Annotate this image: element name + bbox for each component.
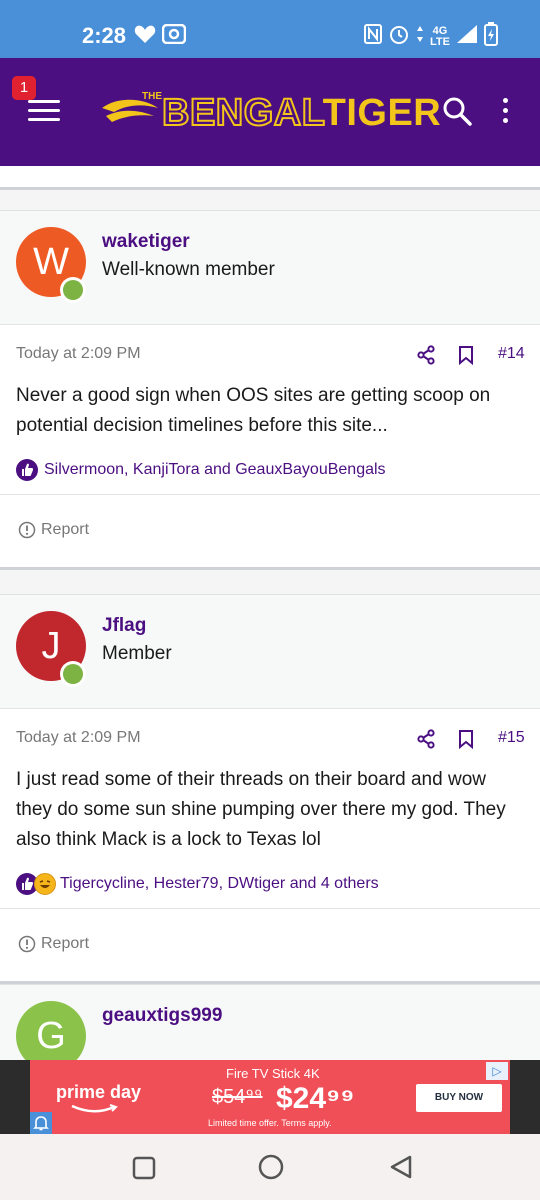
nfc-icon xyxy=(364,24,383,49)
username[interactable]: Jflag xyxy=(102,615,146,637)
like-icon xyxy=(16,459,38,481)
user-title: Well-known member xyxy=(102,259,275,280)
system-nav-bar xyxy=(0,1134,540,1200)
previous-post-end xyxy=(0,166,540,190)
recents-button[interactable] xyxy=(132,1156,156,1185)
ad-fine-print: Limited time offer. Terms apply. xyxy=(208,1118,332,1128)
avatar[interactable]: G xyxy=(16,1001,86,1060)
reaction-users[interactable]: Tigercycline, Hester79, DWtiger and 4 ot… xyxy=(60,875,379,893)
home-button[interactable] xyxy=(258,1154,284,1185)
laugh-icon xyxy=(34,873,56,895)
report-button[interactable]: Report xyxy=(18,935,89,953)
username[interactable]: waketiger xyxy=(102,231,190,253)
kebab-dot xyxy=(502,108,508,113)
logo-the: THE xyxy=(142,91,162,102)
post-16: G geauxtigs999 xyxy=(0,984,540,1060)
menu-button[interactable] xyxy=(28,100,60,126)
online-status-icon xyxy=(60,277,86,303)
ad-buy-now-button[interactable]: BUY NOW xyxy=(416,1084,502,1112)
share-icon[interactable] xyxy=(416,729,436,754)
alarm-icon xyxy=(388,23,410,50)
username[interactable]: geauxtigs999 xyxy=(102,1005,222,1027)
report-label: Report xyxy=(41,935,90,952)
kebab-dot xyxy=(502,98,508,103)
post-15: J Jflag Member Today at 2:09 PM #15 I ju… xyxy=(0,594,540,984)
post-meta: Today at 2:09 PM #14 xyxy=(0,325,540,379)
back-triangle-icon xyxy=(390,1155,412,1179)
post-14: W waketiger Well-known member Today at 2… xyxy=(0,210,540,570)
post-author-block: G geauxtigs999 xyxy=(0,985,540,1060)
menu-icon-line xyxy=(28,100,60,103)
share-icon[interactable] xyxy=(416,345,436,370)
thread-content[interactable]: W waketiger Well-known member Today at 2… xyxy=(0,166,540,1060)
amazon-smile-icon xyxy=(71,1104,118,1113)
post-date[interactable]: Today at 2:09 PM xyxy=(16,729,141,747)
square-icon xyxy=(132,1156,156,1180)
ad-banner[interactable]: prime day Fire TV Stick 4K $54⁹⁹ $24⁹⁹ L… xyxy=(0,1060,540,1134)
reactions-bar[interactable]: Silvermoon, KanjiTora and GeauxBayouBeng… xyxy=(0,449,540,495)
status-bar: 2:28 4G LTE xyxy=(0,0,540,58)
post-footer: Report xyxy=(0,909,540,981)
screenshot-icon xyxy=(161,23,187,49)
network-type: 4G LTE xyxy=(430,24,450,48)
bookmark-icon[interactable] xyxy=(458,729,474,754)
menu-icon-line xyxy=(28,118,60,121)
kebab-dot xyxy=(502,118,508,123)
post-footer: Report xyxy=(0,495,540,567)
ad-creative[interactable]: prime day Fire TV Stick 4K $54⁹⁹ $24⁹⁹ L… xyxy=(30,1060,510,1134)
ad-old-price: $54⁹⁹ xyxy=(212,1086,263,1108)
app-header: 1 THE BENGALTIGER xyxy=(0,58,540,166)
signal-icon xyxy=(456,24,478,49)
site-logo[interactable]: THE BENGALTIGER xyxy=(100,88,441,138)
battery-icon xyxy=(484,22,498,51)
more-options-button[interactable] xyxy=(500,98,510,128)
search-button[interactable] xyxy=(442,96,472,131)
reactions-bar[interactable]: Tigercycline, Hester79, DWtiger and 4 ot… xyxy=(0,863,540,909)
post-author-block: J Jflag Member xyxy=(0,595,540,709)
notification-badge[interactable]: 1 xyxy=(12,76,36,100)
alert-circle-icon xyxy=(18,521,36,539)
logo-word-tiger: TIGER xyxy=(322,92,442,134)
status-time: 2:28 xyxy=(82,23,127,48)
reaction-users[interactable]: Silvermoon, KanjiTora and GeauxBayouBeng… xyxy=(44,461,386,479)
heart-icon xyxy=(134,24,156,49)
report-label: Report xyxy=(41,521,90,538)
menu-icon-line xyxy=(28,109,60,112)
circle-icon xyxy=(258,1154,284,1180)
online-status-icon xyxy=(60,661,86,687)
back-button[interactable] xyxy=(388,1154,414,1185)
ad-brand: prime day xyxy=(56,1082,142,1102)
post-date[interactable]: Today at 2:09 PM xyxy=(16,345,141,363)
post-number[interactable]: #14 xyxy=(498,345,525,363)
post-meta: Today at 2:09 PM #15 xyxy=(0,709,540,763)
ad-new-price: $24⁹⁹ xyxy=(276,1082,355,1115)
post-author-block: W waketiger Well-known member xyxy=(0,211,540,325)
post-number[interactable]: #15 xyxy=(498,729,525,747)
data-arrows-icon xyxy=(416,25,424,48)
bookmark-icon[interactable] xyxy=(458,345,474,370)
post-message: Never a good sign when OOS sites are get… xyxy=(16,385,491,436)
user-title: Member xyxy=(102,643,172,664)
post-message: I just read some of their threads on the… xyxy=(16,769,506,850)
ad-product: Fire TV Stick 4K xyxy=(226,1066,320,1081)
bell-icon[interactable] xyxy=(30,1112,52,1134)
logo-word-bengal: BENGAL xyxy=(161,91,323,135)
logo-wordmark: BENGALTIGER xyxy=(161,91,442,135)
alert-circle-icon xyxy=(18,935,36,953)
report-button[interactable]: Report xyxy=(18,521,89,539)
adchoices-icon[interactable]: ▷ xyxy=(486,1062,508,1080)
search-icon xyxy=(443,97,472,126)
